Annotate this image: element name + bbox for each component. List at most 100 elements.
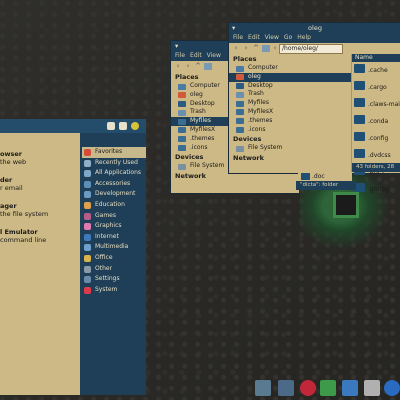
category-education[interactable]: Education xyxy=(82,200,146,211)
category-graphics[interactable]: Graphics xyxy=(82,221,146,232)
app-menu-entry[interactable]: der r email xyxy=(0,175,80,193)
category-icon xyxy=(84,254,91,262)
file-row[interactable]: .cache xyxy=(352,62,400,79)
category-internet[interactable]: Internet xyxy=(82,232,146,243)
sidebar-item-desktop[interactable]: Desktop xyxy=(229,82,351,91)
app-menu-entry[interactable]: l Emulator command line xyxy=(0,227,80,245)
category-label: Graphics xyxy=(95,222,122,230)
menu-help[interactable]: Help xyxy=(297,34,311,41)
folder-icon xyxy=(178,145,186,152)
file-list: Name .cache .cargo .claws-mai .conda .config… xyxy=(351,54,400,193)
folder-icon xyxy=(301,173,310,180)
settings-icon[interactable] xyxy=(364,380,380,396)
name-column-header[interactable]: Name xyxy=(352,54,400,62)
folder-icon xyxy=(354,64,365,73)
app-menu-entry[interactable]: owser the web xyxy=(0,149,80,167)
category-settings[interactable]: Settings xyxy=(82,274,146,285)
trash-icon xyxy=(178,109,186,116)
back-file-name: .doc xyxy=(312,173,325,180)
file-row[interactable]: .dvdcss xyxy=(352,147,400,164)
sidebar-item-computer[interactable]: Computer xyxy=(229,64,351,73)
menu-edit[interactable]: Edit xyxy=(248,34,260,41)
back-icon[interactable]: ‹ xyxy=(232,45,240,52)
file-row[interactable]: .conda xyxy=(352,113,400,130)
application-menu: owser the web der r email ager the file syste… xyxy=(0,119,146,395)
up-icon[interactable]: ^ xyxy=(194,63,202,70)
file-row[interactable]: .claws-mai xyxy=(352,96,400,113)
back-file-row[interactable]: .doc xyxy=(298,172,352,181)
home-icon[interactable] xyxy=(204,63,212,70)
lock-icon[interactable] xyxy=(119,122,127,130)
category-other[interactable]: Other xyxy=(82,264,146,275)
front-status-bar: 43 folders, 28 xyxy=(352,163,400,172)
terminal-icon[interactable] xyxy=(255,380,271,396)
sidebar-item-label: Computer xyxy=(248,64,278,71)
forward-icon[interactable]: › xyxy=(184,63,192,70)
sidebar-item-oleg[interactable]: oleg xyxy=(229,72,351,82)
category-system[interactable]: System xyxy=(82,285,146,296)
home-icon xyxy=(178,92,186,99)
category-label: Accessories xyxy=(95,179,131,187)
category-recently-used[interactable]: Recently Used xyxy=(82,158,146,169)
user-icon[interactable] xyxy=(107,122,115,130)
menu-file[interactable]: File xyxy=(175,52,185,59)
file-name: .cache xyxy=(368,67,388,74)
category-games[interactable]: Games xyxy=(82,211,146,222)
menu-file[interactable]: File xyxy=(233,34,243,41)
sidebar-item-trash[interactable]: Trash xyxy=(229,90,351,99)
file-row[interactable]: .config xyxy=(352,130,400,147)
category-label: Favorites xyxy=(95,148,123,155)
drive-icon[interactable] xyxy=(278,380,294,396)
sidebar-item-label: oleg xyxy=(248,72,261,80)
file-row[interactable]: .gnupg xyxy=(352,181,400,198)
devices-header: Devices xyxy=(233,135,262,144)
trash-icon xyxy=(236,91,244,98)
sidebar-item-filesystem[interactable]: File System xyxy=(229,144,351,153)
back-status-bar: "dicta": folder xyxy=(296,181,356,190)
app-menu-entry[interactable]: ager the file system xyxy=(0,201,80,219)
folder-icon xyxy=(354,115,365,124)
sidebar-item-icons[interactable]: .icons xyxy=(229,126,351,135)
category-all-applications[interactable]: All Applications xyxy=(82,168,146,179)
rss-icon[interactable] xyxy=(320,380,336,396)
folder-icon xyxy=(178,127,186,134)
file-manager-front-window[interactable]: ▾ oleg File Edit View Go Help ‹ › ^ ‹ /home/… xyxy=(228,22,400,193)
menu-edit[interactable]: Edit xyxy=(190,52,202,59)
path-toggle-icon[interactable]: ‹ xyxy=(271,45,279,52)
category-favorites[interactable]: Favorites xyxy=(82,147,146,158)
desktop-icon xyxy=(236,83,244,90)
category-icon xyxy=(84,212,91,220)
file-name: .claws-mai xyxy=(368,101,400,108)
menu-go[interactable]: Go xyxy=(284,34,292,41)
category-label: Development xyxy=(95,190,136,198)
back-icon[interactable]: ‹ xyxy=(174,63,182,70)
power-icon[interactable] xyxy=(384,380,400,396)
up-icon[interactable]: ^ xyxy=(252,45,260,52)
app-entry-title: owser xyxy=(0,150,22,158)
app-entry-title: l Emulator xyxy=(0,228,38,236)
window-menu-icon[interactable]: ▾ xyxy=(232,23,235,33)
desktop-icon xyxy=(178,101,186,108)
menu-view[interactable]: View xyxy=(207,52,221,59)
category-accessories[interactable]: Accessories xyxy=(82,179,146,190)
menu-view[interactable]: View xyxy=(265,34,279,41)
home-icon[interactable] xyxy=(262,45,270,52)
front-window-sidebar: Places Computer oleg Desktop Trash Myfiles My… xyxy=(229,54,351,173)
sidebar-item-myfilesx[interactable]: MyfilesX xyxy=(229,108,351,117)
category-multimedia[interactable]: Multimedia xyxy=(82,242,146,253)
forward-icon[interactable]: › xyxy=(242,45,250,52)
category-label: Settings xyxy=(95,275,120,283)
sidebar-item-themes[interactable]: .themes xyxy=(229,117,351,126)
category-label: Recently Used xyxy=(95,158,138,166)
front-window-titlebar[interactable]: ▾ oleg xyxy=(229,23,400,33)
logout-icon[interactable] xyxy=(131,122,139,130)
file-row[interactable]: .cargo xyxy=(352,79,400,96)
sidebar-item-myfiles[interactable]: Myfiles xyxy=(229,99,351,108)
home-icon xyxy=(236,74,244,81)
location-bar[interactable]: /home/oleg/ xyxy=(279,44,343,54)
category-label: Internet xyxy=(95,232,119,240)
cherry-icon[interactable] xyxy=(300,380,316,396)
category-office[interactable]: Office xyxy=(82,253,146,264)
category-development[interactable]: Development xyxy=(82,189,146,200)
cloud-icon[interactable] xyxy=(342,380,358,396)
